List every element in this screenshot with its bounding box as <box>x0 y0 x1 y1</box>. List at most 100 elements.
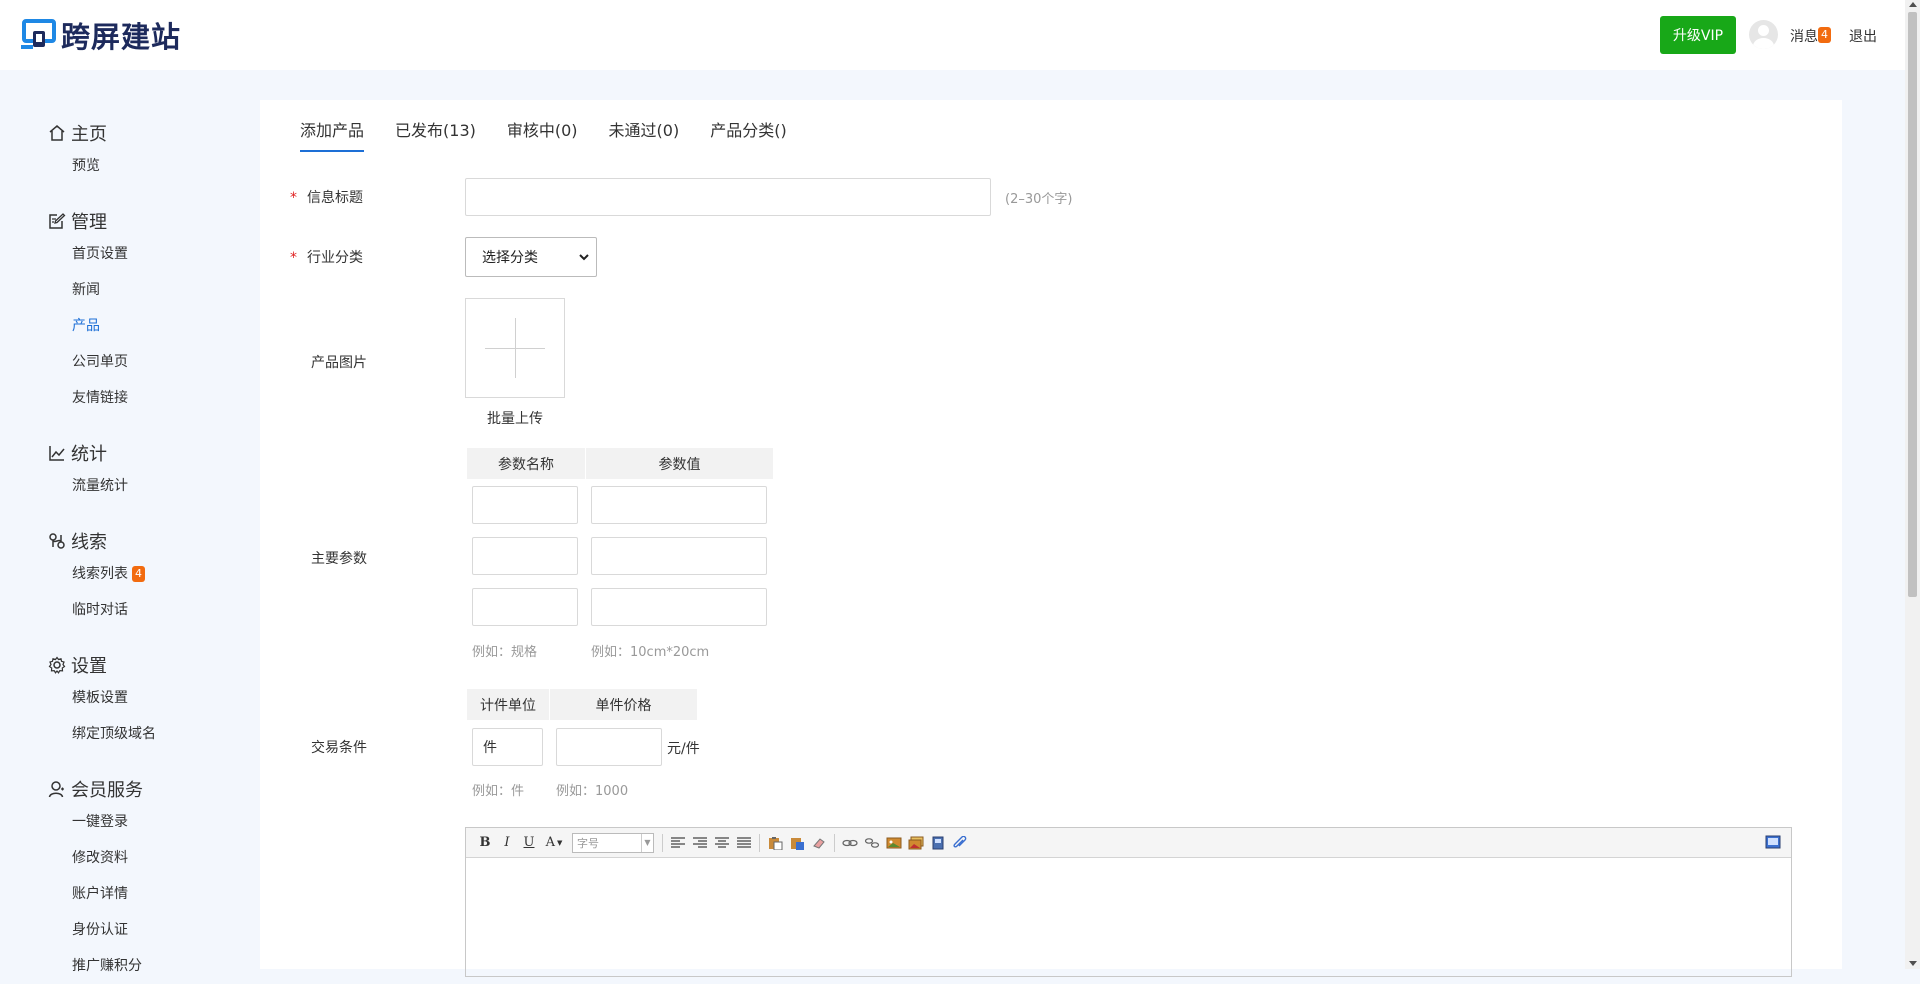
align-justify-button[interactable] <box>733 832 755 854</box>
category-label: * 行业分类 <box>290 250 363 266</box>
param-value-input-2[interactable] <box>591 537 767 575</box>
rich-text-editor[interactable]: B I U A ▼ 字号 ▼ <box>465 827 1792 977</box>
clear-format-button[interactable] <box>808 832 830 854</box>
sidebar-item-products[interactable]: 产品 <box>48 308 248 344</box>
price-header: 单件价格 <box>550 689 697 720</box>
home-icon <box>49 125 65 141</box>
logout-link[interactable]: 退出 <box>1849 26 1877 46</box>
param-name-header: 参数名称 <box>467 448 585 479</box>
sidebar-item-preview[interactable]: 预览 <box>48 148 248 184</box>
sidebar-item-account-details[interactable]: 账户详情 <box>48 876 248 912</box>
sidebar-item-temp-chat[interactable]: 临时对话 <box>48 592 248 628</box>
param-name-input-1[interactable] <box>472 486 578 524</box>
nav-group-title[interactable]: 管理 <box>48 206 248 236</box>
nav-group-title[interactable]: 会员服务 <box>48 774 248 804</box>
unit-input[interactable]: 件 <box>472 728 543 766</box>
scroll-down-arrow[interactable] <box>1909 961 1917 966</box>
price-input[interactable] <box>556 728 662 766</box>
unlink-icon <box>864 837 880 848</box>
unit-header: 计件单位 <box>467 689 549 720</box>
param-name-input-3[interactable] <box>472 588 578 626</box>
align-center-button[interactable] <box>711 832 733 854</box>
site-logo[interactable]: 跨屏建站 <box>21 14 181 56</box>
chevron-down-icon: ▼ <box>641 833 653 852</box>
gear-icon <box>48 656 66 674</box>
sidebar: 主页 预览 管理 首页设置 新闻 产品 公司单页 友情链接 统计 流量统计 线索… <box>48 118 248 984</box>
edit-icon <box>49 213 66 229</box>
paste-text-button[interactable] <box>764 832 786 854</box>
tab-product-category[interactable]: 产品分类() <box>710 120 787 152</box>
title-hint: (2–30个字) <box>1005 192 1073 207</box>
nav-group-leads: 线索 线索列表 4 临时对话 <box>48 526 248 650</box>
bold-button[interactable]: B <box>474 832 496 854</box>
logo-icon <box>21 19 56 49</box>
chevron-down-icon <box>579 254 589 261</box>
nav-group-title[interactable]: 主页 <box>48 118 248 148</box>
unit-hint: 例如：件 <box>472 784 525 799</box>
batch-upload-link[interactable]: 批量上传 <box>487 408 543 428</box>
sidebar-item-referral[interactable]: 推广赚积分 <box>48 948 248 984</box>
link-button[interactable] <box>839 832 861 854</box>
align-left-icon <box>671 836 685 848</box>
sidebar-item-identity[interactable]: 身份认证 <box>48 912 248 948</box>
nav-group-home: 主页 预览 <box>48 118 248 206</box>
upgrade-vip-button[interactable]: 升级VIP <box>1660 16 1736 54</box>
italic-button[interactable]: I <box>496 832 518 854</box>
image-button[interactable] <box>883 832 905 854</box>
underline-button[interactable]: U <box>518 832 540 854</box>
logo-text: 跨屏建站 <box>61 20 182 54</box>
title-input[interactable] <box>465 178 991 216</box>
image-label: 产品图片 <box>311 355 367 371</box>
sidebar-item-template-settings[interactable]: 模板设置 <box>48 680 248 716</box>
lead-icon <box>49 533 65 549</box>
sidebar-item-traffic-stats[interactable]: 流量统计 <box>48 468 248 504</box>
sidebar-item-bind-domain[interactable]: 绑定顶级域名 <box>48 716 248 752</box>
video-button[interactable] <box>927 832 949 854</box>
nav-group-title[interactable]: 统计 <box>48 438 248 468</box>
sidebar-item-edit-profile[interactable]: 修改资料 <box>48 840 248 876</box>
paste-word-icon <box>791 837 804 850</box>
font-color-button[interactable]: A ▼ <box>540 832 568 854</box>
multi-image-button[interactable] <box>905 832 927 854</box>
required-mark: * <box>290 190 297 206</box>
required-mark: * <box>290 250 297 266</box>
editor-toolbar: B I U A ▼ 字号 ▼ <box>466 828 1791 858</box>
paste-text-icon <box>769 836 783 850</box>
tab-add-product[interactable]: 添加产品 <box>300 120 365 152</box>
attachment-button[interactable] <box>949 832 971 854</box>
nav-group-member: 会员服务 一键登录 修改资料 账户详情 身份认证 推广赚积分 <box>48 774 248 984</box>
sidebar-item-news[interactable]: 新闻 <box>48 272 248 308</box>
sidebar-item-friend-links[interactable]: 友情链接 <box>48 380 248 416</box>
param-value-header: 参数值 <box>586 448 773 479</box>
align-right-icon <box>693 836 707 848</box>
param-value-input-3[interactable] <box>591 588 767 626</box>
page-scrollbar[interactable] <box>1905 0 1920 969</box>
nav-group-manage: 管理 首页设置 新闻 产品 公司单页 友情链接 <box>48 206 248 438</box>
tab-under-review[interactable]: 审核中(0) <box>507 120 578 152</box>
category-select[interactable]: 选择分类 <box>465 237 597 277</box>
unlink-button[interactable] <box>861 832 883 854</box>
trade-label: 交易条件 <box>311 740 367 756</box>
align-left-button[interactable] <box>667 832 689 854</box>
nav-group-title[interactable]: 设置 <box>48 650 248 680</box>
tab-rejected[interactable]: 未通过(0) <box>609 120 680 152</box>
paste-word-button[interactable] <box>786 832 808 854</box>
align-right-button[interactable] <box>689 832 711 854</box>
top-header: 跨屏建站 升级VIP 消息 4 退出 <box>0 0 1905 70</box>
sidebar-item-one-click-login[interactable]: 一键登录 <box>48 804 248 840</box>
source-code-button[interactable] <box>1765 835 1781 853</box>
sidebar-item-home-settings[interactable]: 首页设置 <box>48 236 248 272</box>
param-name-input-2[interactable] <box>472 537 578 575</box>
image-upload-box[interactable] <box>465 298 565 398</box>
messages-link[interactable]: 消息 <box>1790 26 1818 46</box>
scroll-up-arrow[interactable] <box>1909 2 1917 7</box>
tab-published[interactable]: 已发布(13) <box>395 120 476 152</box>
sidebar-item-company-page[interactable]: 公司单页 <box>48 344 248 380</box>
nav-group-title[interactable]: 线索 <box>48 526 248 556</box>
param-value-input-1[interactable] <box>591 486 767 524</box>
font-size-select[interactable]: 字号 ▼ <box>572 832 654 853</box>
user-icon <box>48 781 64 798</box>
avatar[interactable] <box>1749 20 1778 49</box>
sidebar-item-lead-list[interactable]: 线索列表 4 <box>48 556 248 592</box>
scroll-thumb[interactable] <box>1908 12 1917 597</box>
